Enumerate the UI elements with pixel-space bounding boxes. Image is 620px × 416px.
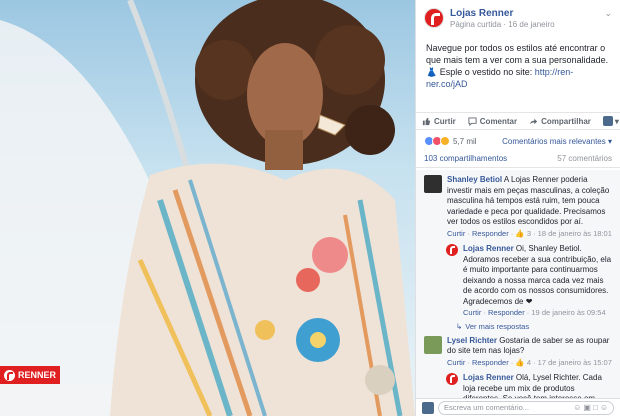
like-button[interactable]: Curtir xyxy=(422,117,456,126)
post-side-panel: Lojas Renner Página curtida · 16 de jane… xyxy=(415,0,620,416)
comment-reply: Lojas Renner Oi, Shanley Betiol. Adoramo… xyxy=(416,239,620,319)
post-text: Navegue por todos os estilos até encontr… xyxy=(416,36,620,112)
post-meta: Página curtida · 16 de janeiro xyxy=(450,20,555,29)
thumbs-up-icon xyxy=(422,117,431,125)
comment-placeholder: Escreva um comentário... xyxy=(444,403,530,412)
renner-badge-text: RENNER xyxy=(18,370,57,380)
reaction-count[interactable]: 5,7 mil xyxy=(453,137,477,146)
reply-date[interactable]: 19 de janeiro às 09:54 xyxy=(531,308,605,317)
comment-sort-dropdown[interactable]: Comentários mais relevantes ▾ xyxy=(502,137,612,146)
share-count[interactable]: 103 compartilhamentos xyxy=(424,154,507,167)
page-type: Página curtida xyxy=(450,20,502,29)
caret-down-icon: ▾ xyxy=(614,116,619,126)
renner-logo-icon xyxy=(4,369,15,381)
comment-like-link[interactable]: Curtir xyxy=(447,358,465,367)
wow-reaction-icon xyxy=(440,136,450,146)
renner-badge: RENNER xyxy=(0,366,60,384)
post-photo[interactable]: RENNER xyxy=(0,0,415,416)
comment-reply-link[interactable]: Responder xyxy=(472,229,509,238)
post-stats: 103 compartilhamentos 57 comentários xyxy=(416,154,620,168)
more-replies-link[interactable]: ↳ Ver mais respostas xyxy=(416,319,620,331)
gif-icon[interactable]: □ xyxy=(593,403,598,412)
comment-label: Comentar xyxy=(479,116,518,126)
comment-like-count: 4 xyxy=(526,357,531,367)
commenter-avatar[interactable] xyxy=(424,335,442,354)
reply-author[interactable]: Lojas Renner xyxy=(463,373,514,382)
post-body: Navegue por todos os estilos até encontr… xyxy=(426,43,609,77)
page-name[interactable]: Lojas Renner xyxy=(450,8,555,19)
share-button[interactable]: Compartilhar xyxy=(529,117,591,126)
post-viewer: RENNER Lojas Renner Página curtida · 16 … xyxy=(0,0,620,416)
commenter-name[interactable]: Lysel Richter xyxy=(447,336,497,345)
comments-list: Shanley Betiol A Lojas Renner poderia in… xyxy=(416,170,620,398)
post-actions: Curtir Comentar Compartilhar ▾ xyxy=(416,112,620,130)
comment-like-link[interactable]: Curtir xyxy=(447,229,465,238)
comment-sort-label: Comentários mais relevantes xyxy=(502,136,606,146)
comment-meta: Curtir · Responder · 👍 3 · 18 de janeiro… xyxy=(447,228,612,238)
sticker-icon[interactable]: ☺ xyxy=(600,403,608,412)
share-label: Compartilhar xyxy=(541,116,591,126)
comment-date[interactable]: 17 de janeiro às 15:07 xyxy=(538,358,612,367)
reply-meta: Curtir · Responder · 19 de janeiro às 09… xyxy=(463,308,606,317)
page-avatar[interactable] xyxy=(424,8,444,28)
comment-input[interactable]: Escreva um comentário... ☺ ▣ □ ☺ xyxy=(438,400,614,415)
post-as-selector[interactable]: ▾ xyxy=(602,116,619,126)
comment-date[interactable]: 18 de janeiro às 18:01 xyxy=(538,229,612,238)
reply-arrow-icon: ↳ xyxy=(456,321,463,331)
reply-reply-link[interactable]: Responder xyxy=(488,308,525,317)
comment: Lysel Richter Gostaria de saber se as ro… xyxy=(416,331,620,369)
model-illustration xyxy=(0,0,415,416)
comment-meta: Curtir · Responder · 👍 4 · 17 de janeiro… xyxy=(447,357,612,367)
comment-button[interactable]: Comentar xyxy=(468,117,517,126)
comment-count[interactable]: 57 comentários xyxy=(557,154,612,167)
emoji-icon[interactable]: ☺ xyxy=(573,403,581,412)
reactions-bar: 5,7 mil Comentários mais relevantes ▾ xyxy=(424,134,612,148)
comment-reply: Lojas Renner Olá, Lysel Richter. Cada lo… xyxy=(416,368,620,398)
page-reply-avatar[interactable] xyxy=(446,244,458,256)
user-avatar xyxy=(602,116,613,126)
like-count-icon: 👍 xyxy=(515,228,525,238)
comment-like-count: 3 xyxy=(526,228,531,238)
commenter-avatar[interactable] xyxy=(424,175,442,193)
comment-composer: Escreva um comentário... ☺ ▣ □ ☺ xyxy=(416,398,620,416)
reply-like-link[interactable]: Curtir xyxy=(463,308,481,317)
post-date[interactable]: 16 de janeiro xyxy=(508,20,554,29)
commenter-name[interactable]: Shanley Betiol xyxy=(447,175,502,184)
comment-reply-link[interactable]: Responder xyxy=(472,358,509,367)
page-reply-avatar[interactable] xyxy=(446,373,458,385)
comment: Shanley Betiol A Lojas Renner poderia in… xyxy=(416,170,620,239)
like-count-icon: 👍 xyxy=(515,357,525,367)
camera-icon[interactable]: ▣ xyxy=(583,403,591,412)
comment-icon xyxy=(468,116,477,126)
like-label: Curtir xyxy=(434,116,456,126)
user-avatar xyxy=(422,401,434,414)
post-header: Lojas Renner Página curtida · 16 de jane… xyxy=(416,0,620,36)
reply-text: Oi, Shanley Betiol. Adoramos receber a s… xyxy=(463,244,612,306)
more-replies-label: Ver mais respostas xyxy=(465,321,530,331)
reply-author[interactable]: Lojas Renner xyxy=(463,244,514,253)
share-icon xyxy=(530,118,538,124)
composer-icons: ☺ ▣ □ ☺ xyxy=(573,403,608,412)
chevron-down-icon[interactable]: ⌄ xyxy=(604,8,612,19)
